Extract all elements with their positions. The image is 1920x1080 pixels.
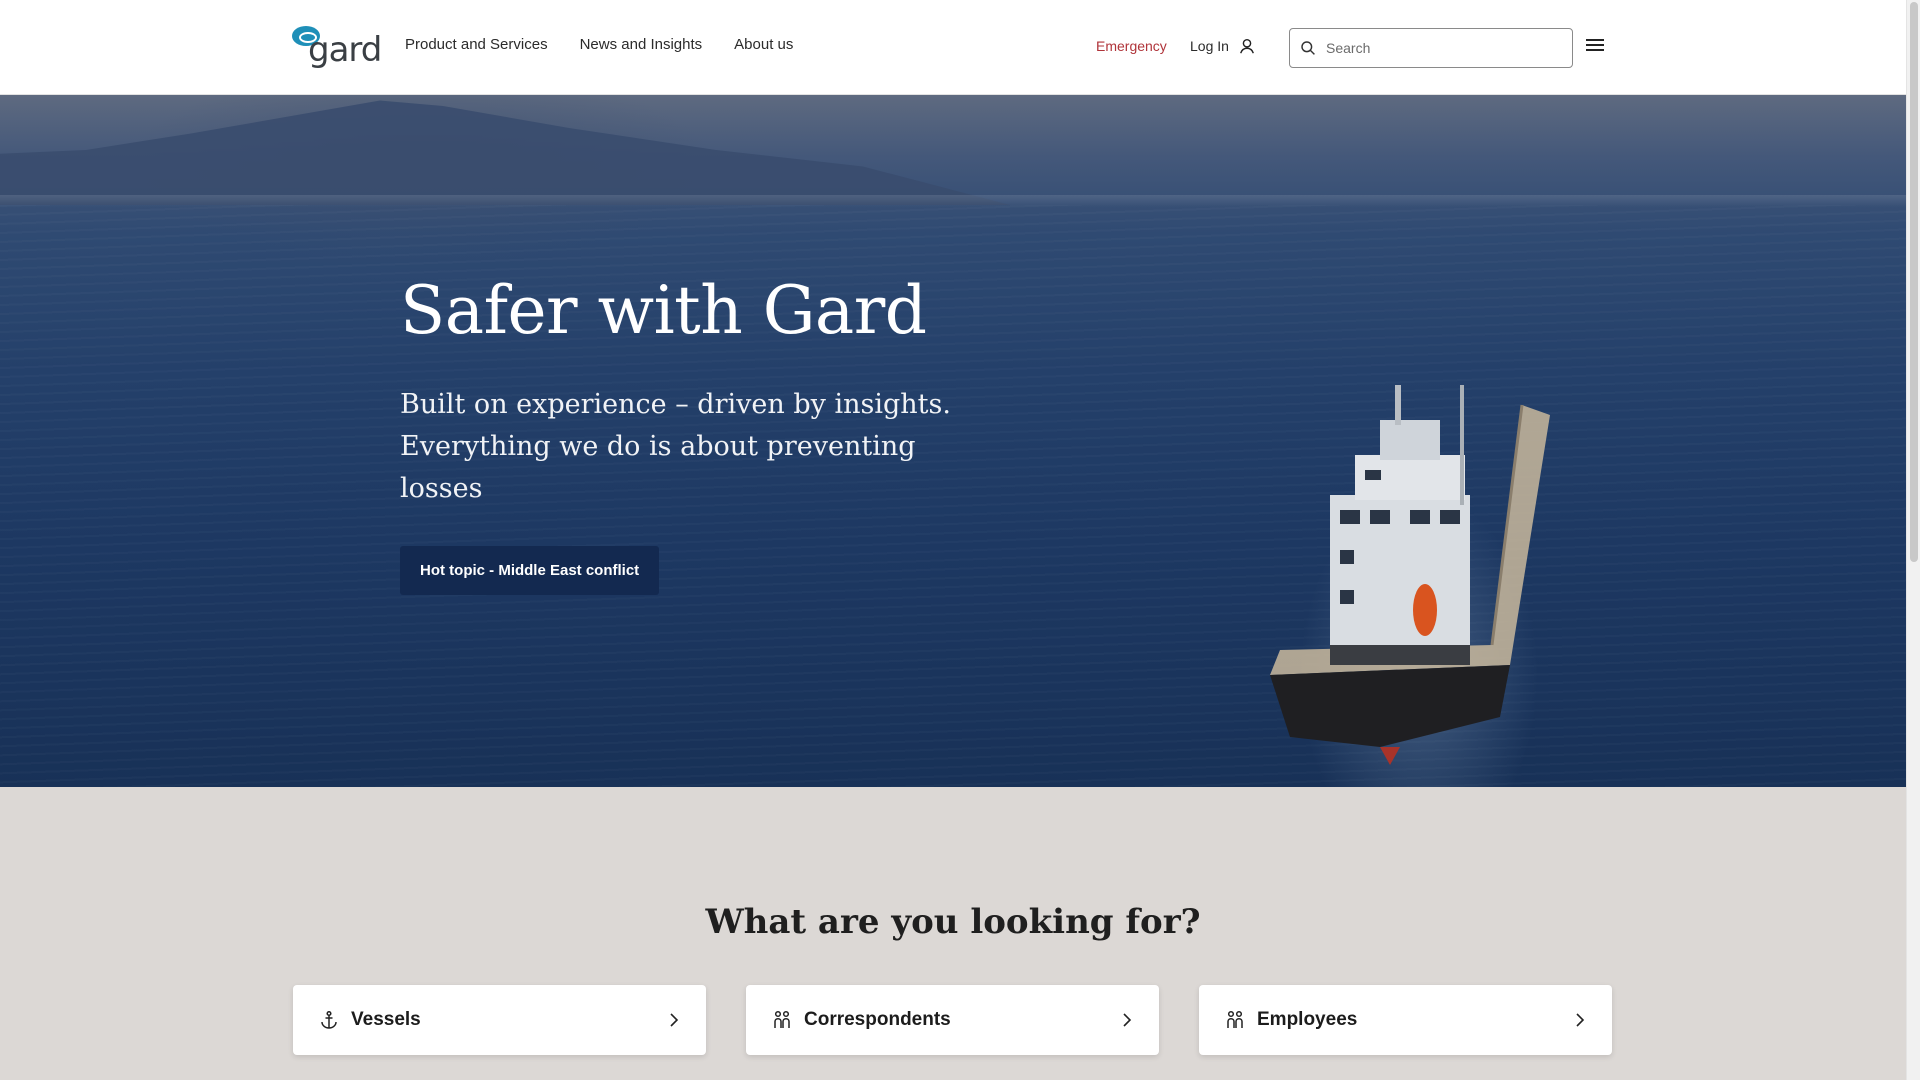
emergency-link[interactable]: Emergency <box>1096 38 1167 54</box>
hamburger-menu-icon[interactable] <box>1586 36 1608 58</box>
gard-logo-text: gard <box>308 30 382 70</box>
employees-card-label: Employees <box>1257 1009 1358 1030</box>
chevron-right-icon <box>670 1013 679 1027</box>
lookup-section: What are you looking for? Vessels Corres… <box>0 787 1906 1080</box>
login-button[interactable]: Log In <box>1190 37 1256 55</box>
correspondents-card[interactable]: Correspondents <box>746 985 1159 1055</box>
anchor-icon <box>321 1010 337 1029</box>
hot-topic-button[interactable]: Hot topic - Middle East conflict <box>400 545 660 595</box>
people-icon <box>774 1010 790 1028</box>
vessels-card-label: Vessels <box>351 1009 421 1030</box>
user-icon <box>1239 38 1254 54</box>
lookup-cards: Vessels Correspondents Employees <box>293 985 1612 1055</box>
correspondents-card-label: Correspondents <box>804 1009 951 1030</box>
search-icon <box>1301 41 1315 55</box>
vessels-card[interactable]: Vessels <box>293 985 706 1055</box>
gard-logo[interactable]: gard <box>292 24 382 70</box>
login-label: Log In <box>1190 38 1229 54</box>
nav-item-product-and-services[interactable]: Product and Services <box>405 36 548 53</box>
cargo-ship-image <box>1270 385 1550 765</box>
site-header: gard Product and Services News and Insig… <box>0 0 1906 95</box>
lookup-title: What are you looking for? <box>705 902 1201 942</box>
hero-title: Safer with Gard <box>400 272 927 349</box>
search-input[interactable] <box>1326 40 1556 56</box>
page-scrollbar[interactable] <box>1906 0 1920 1080</box>
nav-item-about-us[interactable]: About us <box>734 36 793 53</box>
people-icon <box>1227 1010 1243 1028</box>
employees-card[interactable]: Employees <box>1199 985 1612 1055</box>
chevron-right-icon <box>1576 1013 1585 1027</box>
hero-background-mountain <box>0 100 1010 205</box>
main-nav: Product and Services News and Insights A… <box>405 36 793 53</box>
search-box <box>1289 28 1573 68</box>
scrollbar-thumb[interactable] <box>1910 2 1918 562</box>
chevron-right-icon <box>1123 1013 1132 1027</box>
hero-content: Safer with Gard Built on experience – dr… <box>400 272 960 595</box>
hero-subtitle: Built on experience – driven by insights… <box>400 388 951 504</box>
nav-item-news-and-insights[interactable]: News and Insights <box>580 36 703 53</box>
hero-banner: Safer with Gard Built on experience – dr… <box>0 95 1906 787</box>
